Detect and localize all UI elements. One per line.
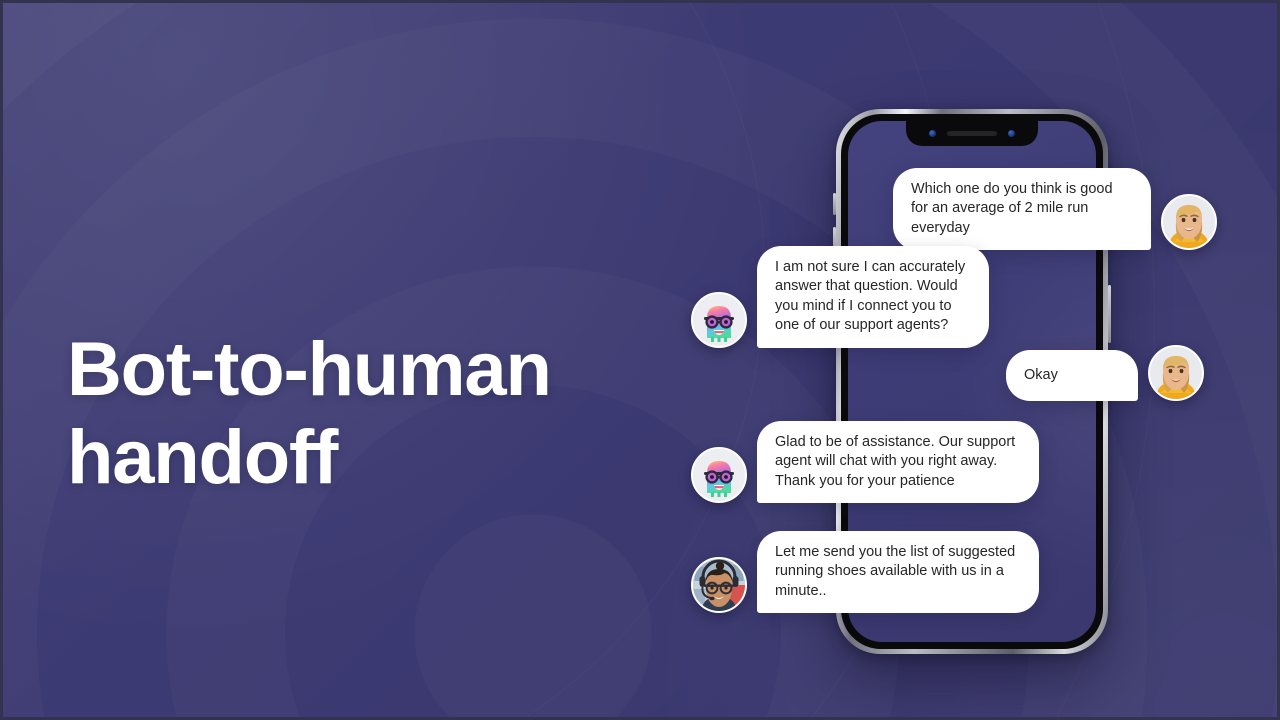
avatar-support-agent[interactable] [691, 557, 747, 614]
earpiece-speaker-icon [947, 131, 997, 136]
avatar-bot[interactable] [691, 447, 747, 504]
chat-bubble: Glad to be of assistance. Our support ag… [757, 421, 1039, 504]
page-title-line-2: handoff [67, 415, 338, 501]
chat-message-agent-1: Let me send you the list of suggested ru… [691, 531, 1039, 614]
chat-bubble: Let me send you the list of suggested ru… [757, 531, 1039, 614]
bot-character-icon [693, 293, 745, 346]
avatar-bot[interactable] [691, 291, 747, 348]
woman-blonde-avatar-icon [1163, 196, 1215, 249]
phone-mute-switch[interactable] [833, 193, 836, 215]
page-title: Bot-to-human handoff [67, 326, 667, 502]
chat-message-bot-2: Glad to be of assistance. Our support ag… [691, 421, 1039, 504]
avatar-user-woman[interactable] [1148, 345, 1204, 401]
chat-message-user-1: Which one do you think is good for an av… [893, 168, 1217, 251]
proximity-sensor-icon [1008, 130, 1015, 137]
chat-bubble: Okay [1006, 349, 1138, 401]
chat-bubble: I am not sure I can accurately answer th… [757, 246, 989, 348]
camera-sensor-icon [929, 130, 936, 137]
bot-character-icon [693, 449, 745, 502]
chat-message-user-2: Okay [1006, 345, 1204, 401]
avatar-user-woman[interactable] [1161, 194, 1217, 251]
phone-notch [906, 121, 1038, 146]
support-agent-headset-icon [693, 559, 745, 612]
slide-canvas: Bot-to-human handoff Which one do you th… [0, 0, 1280, 720]
woman-blonde-avatar-icon [1150, 347, 1202, 399]
phone-power-button[interactable] [1108, 285, 1111, 343]
chat-message-bot-1: I am not sure I can accurately answer th… [691, 246, 989, 348]
page-title-line-1: Bot-to-human [67, 326, 552, 412]
chat-bubble: Which one do you think is good for an av… [893, 168, 1151, 251]
